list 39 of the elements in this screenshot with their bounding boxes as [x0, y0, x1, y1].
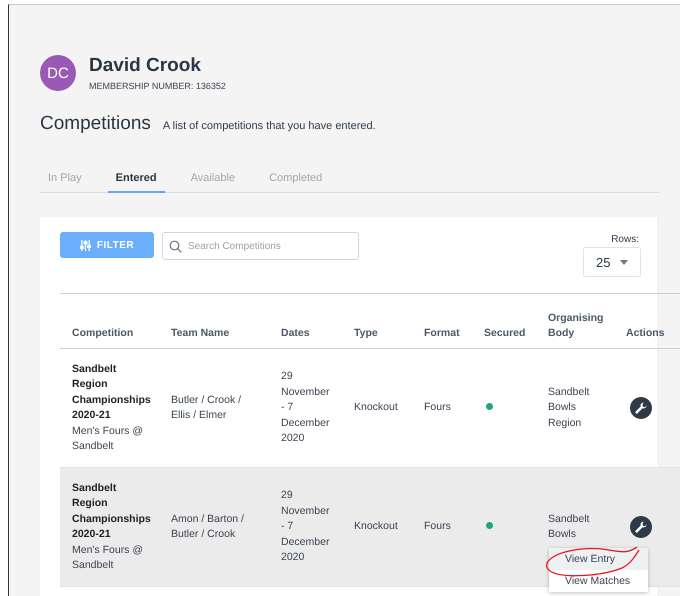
table-cell-text: Butler / Crook / Ellis / Elmer: [171, 392, 242, 423]
competition-name: Sandbelt Region Championships 2020-21: [72, 480, 150, 542]
actions-button[interactable]: [630, 397, 652, 419]
column-header: Type: [354, 326, 378, 341]
caret-icon: [620, 260, 628, 264]
page-title: Competitions: [40, 113, 151, 135]
table-cell-text: Sandbelt Bowls Region: [548, 384, 590, 431]
column-header: Format: [424, 326, 460, 341]
event-name: Men's Fours @ Sandbelt: [72, 424, 144, 454]
competition-name: Sandbelt Region Championships 2020-21: [72, 362, 150, 423]
search-field[interactable]: Search Competitions: [162, 232, 359, 260]
column-header: Team Name: [171, 326, 230, 341]
wrench-icon: [635, 402, 647, 414]
rows-label: Rows:: [611, 234, 639, 245]
column-header: Secured: [484, 326, 526, 341]
table-cell: Knockout: [354, 520, 398, 532]
table-cell-text: Sandbelt Bowls: [548, 512, 590, 542]
table-cell: Fours: [424, 401, 451, 414]
membership-number: MEMBERSHIP NUMBER: 136352: [89, 81, 226, 91]
page-subtitle: A list of competitions that you have entered.: [162, 120, 376, 132]
table-cell: Fours: [424, 520, 451, 532]
search-icon: [169, 240, 182, 253]
event-name: Men's Fours @ Sandbelt: [72, 542, 144, 573]
column-header: Actions: [626, 326, 665, 341]
table-cell-text: 29 November - 7 December 2020: [281, 488, 330, 566]
table-cell: Knockout: [354, 401, 398, 414]
menu-item[interactable]: View Entry: [549, 548, 648, 570]
table-cell-text: 29 November - 7 December 2020: [281, 369, 330, 446]
column-header: Dates: [281, 326, 310, 341]
wrench-icon: [635, 521, 647, 533]
avatar: DC: [40, 55, 76, 91]
tab[interactable]: Entered: [108, 166, 165, 193]
member-name: David Crook: [89, 55, 202, 77]
rows-dropdown[interactable]: 25: [583, 247, 641, 277]
sliders-icon: [80, 240, 91, 250]
actions-button[interactable]: [630, 516, 652, 538]
column-header: Organising Body: [548, 311, 604, 341]
table-cell-text: Amon / Barton / Butler / Crook: [171, 512, 245, 542]
column-header: Competition: [72, 326, 134, 341]
